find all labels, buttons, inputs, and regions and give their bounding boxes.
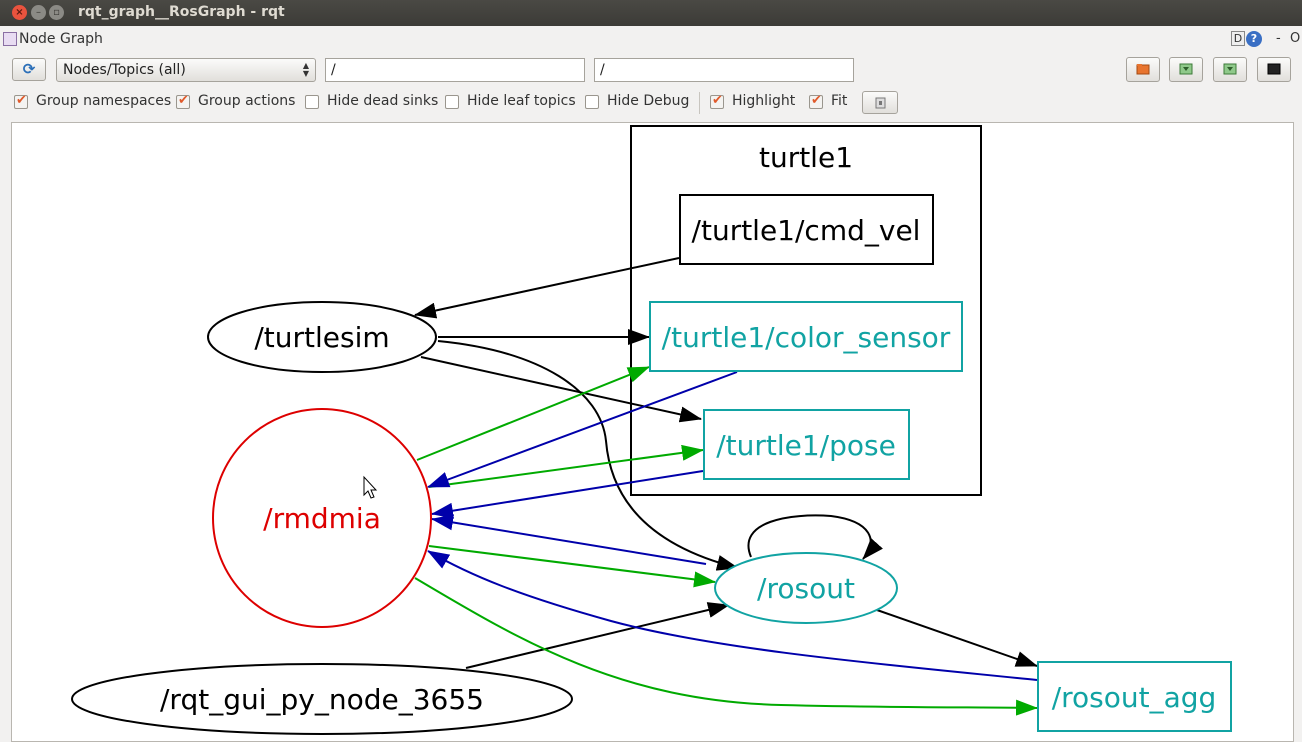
hide-leaf-topics-checkbox[interactable] <box>445 95 459 109</box>
topic-cmd-vel-label: /turtle1/cmd_vel <box>692 214 921 247</box>
node-rmdmia-label: /rmdmia <box>263 502 381 535</box>
fit-checkbox[interactable] <box>809 93 823 109</box>
edge-rosout-rosout-agg <box>876 609 1038 667</box>
topic-pose-label: /turtle1/pose <box>716 429 896 462</box>
graph-toolbar: ⟳ Nodes/Topics (all) ▲ ▼ <box>0 55 1302 85</box>
topic-rosout-agg[interactable]: /rosout_agg <box>1037 661 1232 732</box>
window-close-button[interactable]: × <box>12 5 27 20</box>
save-svg-button[interactable] <box>1213 57 1247 82</box>
combo-arrows-icon: ▲ ▼ <box>302 61 309 78</box>
topic-pose[interactable]: /turtle1/pose <box>703 409 910 480</box>
group-actions-checkbox[interactable] <box>176 93 190 109</box>
node-turtlesim[interactable]: /turtlesim <box>207 301 437 373</box>
hide-debug-label: Hide Debug <box>607 93 690 109</box>
plugin-icon <box>3 32 17 46</box>
plugin-minimize-button[interactable]: - <box>1276 31 1281 46</box>
edge-cmdvel-turtlesim <box>414 257 680 319</box>
hide-dead-sinks-label: Hide dead sinks <box>327 93 439 109</box>
save-dot-button[interactable] <box>1169 57 1203 82</box>
mode-select-value: Nodes/Topics (all) <box>63 62 186 78</box>
topic-filter-input[interactable] <box>594 58 854 82</box>
edge-rmdmia-rosout <box>428 545 716 588</box>
node-rmdmia[interactable]: /rmdmia <box>212 408 432 628</box>
edge-pose-rmdmia <box>431 470 704 519</box>
ros-graph: turtle1 /turtle1/cmd_vel /turtle1/color_… <box>71 125 1232 735</box>
window-title: rqt_graph__RosGraph - rqt <box>78 4 285 20</box>
topic-cmd-vel[interactable]: /turtle1/cmd_vel <box>679 194 934 265</box>
node-turtlesim-label: /turtlesim <box>254 321 389 354</box>
node-rqt-gui[interactable]: /rqt_gui_py_node_3655 <box>71 663 573 735</box>
load-dot-button[interactable] <box>1126 57 1160 82</box>
hide-leaf-topics-label: Hide leaf topics <box>467 93 576 109</box>
hide-dead-sinks-checkbox[interactable] <box>305 95 319 109</box>
topic-color-sensor[interactable]: /turtle1/color_sensor <box>649 301 963 372</box>
hide-debug-checkbox[interactable] <box>585 95 599 109</box>
edge-color-sensor-rmdmia <box>427 371 738 488</box>
window-minimize-button[interactable]: – <box>31 5 46 20</box>
window-maximize-button[interactable]: ▫ <box>49 5 64 20</box>
edge-rqt-rosout <box>465 602 730 669</box>
refresh-icon: ⟳ <box>22 60 36 78</box>
fit-view-icon <box>875 97 886 109</box>
window-titlebar: × – ▫ rqt_graph__RosGraph - rqt <box>0 0 1302 26</box>
save-icon <box>1179 63 1193 75</box>
help-icon[interactable]: ? <box>1246 31 1262 47</box>
options-bar: Group namespaces Group actions Hide dead… <box>0 90 1302 114</box>
folder-icon <box>1136 64 1150 75</box>
plugin-title: Node Graph <box>19 31 103 47</box>
group-actions-label: Group actions <box>198 93 296 109</box>
cluster-label: turtle1 <box>759 141 853 174</box>
node-rosout[interactable]: /rosout <box>714 552 898 624</box>
plugin-header: Node Graph D ? - O <box>0 27 1302 51</box>
edge-turtlesim-rosout <box>437 340 739 571</box>
graph-canvas[interactable]: turtle1 /turtle1/cmd_vel /turtle1/color_… <box>11 122 1294 742</box>
topic-rosout-agg-label: /rosout_agg <box>1052 681 1217 714</box>
highlight-checkbox[interactable] <box>710 93 724 109</box>
options-separator <box>699 92 700 114</box>
group-namespaces-label: Group namespaces <box>36 93 172 109</box>
topic-color-sensor-label: /turtle1/color_sensor <box>662 321 951 354</box>
image-icon <box>1267 63 1281 75</box>
fit-in-view-button[interactable] <box>862 91 898 114</box>
node-filter-input[interactable] <box>325 58 585 82</box>
edge-rmdmia-pose <box>428 444 704 488</box>
plugin-close-button[interactable]: O <box>1290 31 1300 46</box>
save-image-button[interactable] <box>1257 57 1291 82</box>
highlight-label: Highlight <box>732 93 796 109</box>
node-rqt-gui-label: /rqt_gui_py_node_3655 <box>160 683 484 716</box>
node-rosout-label: /rosout <box>757 572 855 605</box>
plugin-settings-button[interactable]: D <box>1231 31 1245 46</box>
edge-rosout-rmdmia <box>431 514 707 565</box>
refresh-button[interactable]: ⟳ <box>12 58 46 81</box>
mode-select[interactable]: Nodes/Topics (all) ▲ ▼ <box>56 58 316 82</box>
save-svg-icon <box>1223 63 1237 75</box>
fit-label: Fit <box>831 93 848 109</box>
group-namespaces-checkbox[interactable] <box>14 93 28 109</box>
